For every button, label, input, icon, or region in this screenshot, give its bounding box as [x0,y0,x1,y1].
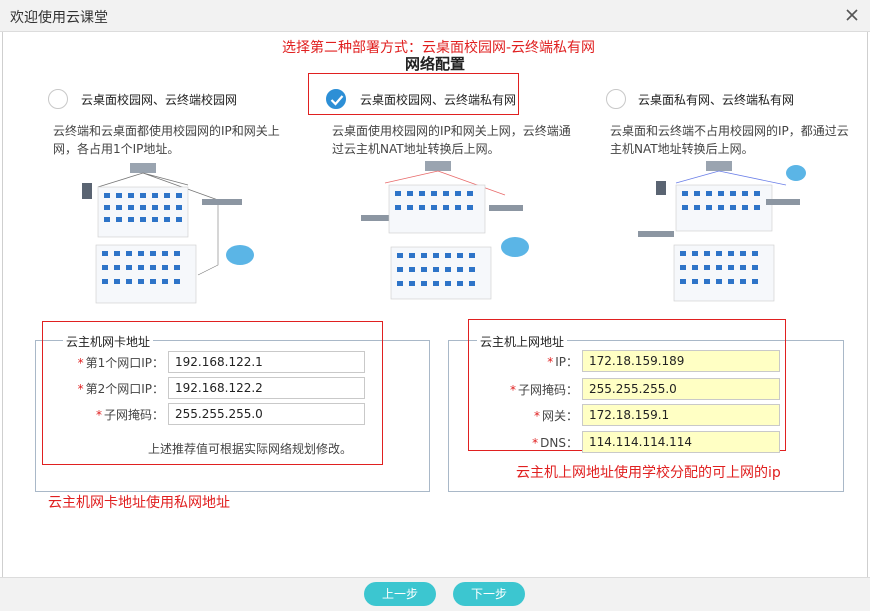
inet-gateway-label: * 网关： [533,409,578,423]
option-1-radio[interactable] [48,89,68,109]
option-3-radio[interactable] [606,89,626,109]
nic-mask-input[interactable] [168,403,365,425]
footer-bar: 上一步 下一步 [0,577,870,611]
topology-diagram-1 [78,155,278,315]
inet-mask-input[interactable] [582,378,780,400]
page-title: 网络配置 [404,55,465,73]
inet-ip-input[interactable] [582,350,780,372]
option-2-description: 云桌面使用校园网的IP和网关上网，云终端通过云主机NAT地址转换后上网。 [332,124,571,156]
option-2-radio[interactable] [326,89,346,109]
option-3-description: 云桌面和云终端不占用校园网的IP，都通过云主机NAT地址转换后上网。 [610,124,849,156]
inet-dns-label: * DNS： [532,436,578,450]
checkmark-icon [330,95,344,106]
option-2-label[interactable]: 云桌面校园网、云终端私有网 [360,91,516,108]
close-icon[interactable] [844,6,860,24]
option-1-description: 云终端和云桌面都使用校园网的IP和网关上网，各占用1个IP地址。 [53,124,280,156]
right-border [867,32,868,577]
next-button[interactable]: 下一步 [453,582,525,606]
nic-ip2-label: * 第2个网口IP： [77,382,164,396]
nic-hint-text: 上述推荐值可根据实际网络规划修改。 [148,442,353,456]
topology-diagram-3 [636,155,836,315]
inet-dns-input[interactable] [582,431,780,453]
left-border [2,32,3,577]
annotation-left: 云主机网卡地址使用私网地址 [48,495,230,511]
prev-button[interactable]: 上一步 [364,582,436,606]
inet-ip-label: * IP： [547,355,578,369]
inet-gateway-input[interactable] [582,404,780,426]
title-bar: 欢迎使用云课堂 [0,0,870,32]
nic-ip2-input[interactable] [168,377,365,399]
annotation-right: 云主机上网地址使用学校分配的可上网的ip [516,465,781,481]
window-title: 欢迎使用云课堂 [10,10,108,26]
option-3-label[interactable]: 云桌面私有网、云终端私有网 [638,91,794,108]
topology-diagram-2 [355,155,555,310]
nic-ip1-label: * 第1个网口IP： [77,356,164,370]
nic-ip1-input[interactable] [168,351,365,373]
option-1-label[interactable]: 云桌面校园网、云终端校园网 [81,91,237,108]
inet-mask-label: * 子网掩码： [509,383,578,397]
nic-mask-label: * 子网掩码： [95,408,164,422]
